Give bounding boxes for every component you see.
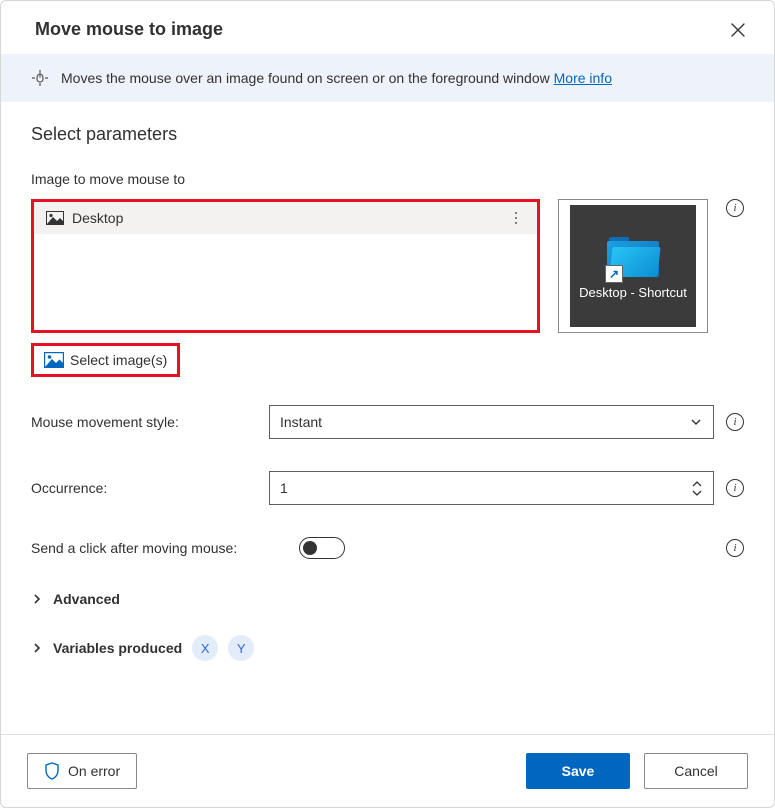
titlebar: Move mouse to image [1,1,774,54]
advanced-label: Advanced [53,591,120,607]
occurrence-input[interactable]: 1 [269,471,714,505]
toggle-knob [303,541,317,555]
image-item-content: Desktop [46,210,123,226]
info-icon[interactable]: i [726,413,744,431]
row-movement-style: Mouse movement style: Instant i [31,405,744,439]
select-images-label: Select image(s) [70,352,167,368]
dialog-footer: On error Save Cancel [1,734,774,807]
number-spinners [691,480,703,497]
close-icon [731,23,745,37]
label-movement-style: Mouse movement style: [31,414,257,430]
image-list-item[interactable]: Desktop [34,202,537,234]
row-occurrence: Occurrence: 1 i [31,471,744,505]
advanced-expander[interactable]: Advanced [31,591,744,607]
label-occurrence: Occurrence: [31,480,257,496]
variable-badge-y[interactable]: Y [228,635,254,661]
movement-style-value: Instant [280,414,322,430]
label-send-click: Send a click after moving mouse: [31,540,287,556]
close-button[interactable] [728,20,748,40]
shortcut-arrow-icon: ↗ [605,265,623,283]
variable-badge-x[interactable]: X [192,635,218,661]
image-selection-row: Desktop ↗ Desktop - Shortcut i [31,199,744,333]
info-banner-text: Moves the mouse over an image found on s… [61,70,612,86]
image-icon [44,352,64,368]
content-area: Select parameters Image to move mouse to… [1,102,774,734]
movement-style-select[interactable]: Instant [269,405,714,439]
on-error-label: On error [68,763,120,779]
save-button[interactable]: Save [526,753,630,789]
preview-thumbnail: ↗ Desktop - Shortcut [570,205,696,327]
dialog-move-mouse-to-image: Move mouse to image Moves the mouse over… [0,0,775,808]
banner-text: Moves the mouse over an image found on s… [61,70,554,86]
section-title: Select parameters [31,124,744,145]
folder-shortcut-icon: ↗ [607,237,659,277]
chevron-down-icon [689,415,703,429]
on-error-button[interactable]: On error [27,753,137,789]
image-preview: ↗ Desktop - Shortcut [558,199,708,333]
mouse-target-icon [31,69,49,87]
image-list[interactable]: Desktop [31,199,540,333]
more-info-link[interactable]: More info [554,70,612,86]
cancel-button[interactable]: Cancel [644,753,748,789]
variables-label: Variables produced [53,640,182,656]
spinner-down-icon[interactable] [691,489,703,497]
send-click-toggle[interactable] [299,537,345,559]
label-image-to-move: Image to move mouse to [31,171,744,187]
footer-actions: Save Cancel [526,753,748,789]
image-icon [46,211,64,225]
preview-caption: Desktop - Shortcut [579,285,687,301]
spinner-up-icon[interactable] [691,480,703,488]
variables-expander[interactable]: Variables produced X Y [31,635,744,661]
occurrence-value: 1 [280,480,288,496]
shield-icon [44,762,60,780]
info-icon[interactable]: i [726,199,744,217]
row-send-click: Send a click after moving mouse: i [31,537,744,559]
info-icon[interactable]: i [726,479,744,497]
image-item-menu-button[interactable] [507,212,525,224]
image-item-name: Desktop [72,210,123,226]
chevron-right-icon [31,593,43,605]
dialog-title: Move mouse to image [35,19,223,40]
select-images-button[interactable]: Select image(s) [31,343,180,377]
info-icon[interactable]: i [726,539,744,557]
info-banner: Moves the mouse over an image found on s… [1,54,774,102]
chevron-right-icon [31,642,43,654]
